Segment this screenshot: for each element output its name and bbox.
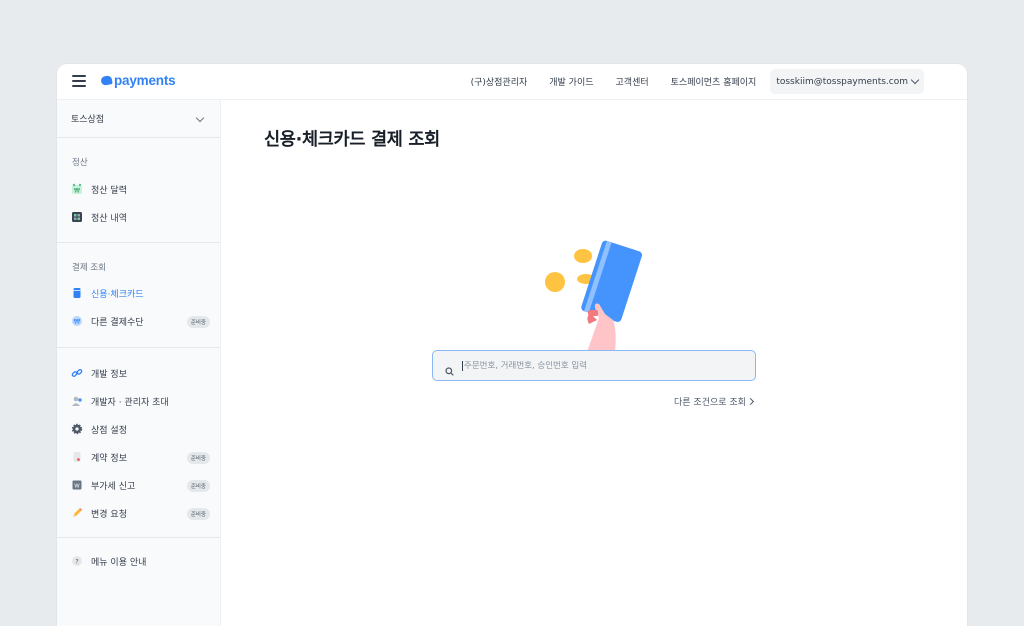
svg-text:₩: ₩: [74, 188, 80, 195]
chevron-down-icon: [195, 113, 205, 123]
chevron-right-icon: [746, 397, 755, 406]
sidebar-item-label: 부가세 신고: [91, 481, 136, 492]
search-box[interactable]: [432, 350, 756, 381]
svg-text:?: ?: [75, 557, 78, 565]
sidebar-item-label: 상점 설정: [91, 425, 127, 436]
invite-user-icon: [71, 395, 83, 407]
top-nav: (구)상점관리자 개발 가이드 고객센터 토스페이먼츠 홈페이지 tosskii…: [449, 69, 924, 94]
top-bar: payments (구)상점관리자 개발 가이드 고객센터 토스페이먼츠 홈페이…: [57, 64, 967, 100]
section-title-settlement: 정산: [72, 158, 88, 168]
contract-icon: [71, 451, 83, 463]
payments-logo[interactable]: payments: [100, 73, 176, 88]
sidebar-item-other-payment[interactable]: ₩ 다른 결제수단 준비중: [71, 311, 211, 331]
sidebar-item-label: 변경 요청: [91, 509, 127, 520]
sidebar-item-invite[interactable]: 개발자 · 관리자 초대: [71, 391, 211, 411]
section-title-payment: 결제 조회: [72, 263, 106, 273]
legacy-admin-link[interactable]: (구)상점관리자: [471, 75, 528, 88]
sidebar-item-store-settings[interactable]: 상점 설정: [71, 419, 211, 439]
page-title: 신용·체크카드 결제 조회: [264, 130, 440, 150]
toss-drop-icon: [100, 75, 113, 86]
vat-icon: W: [71, 479, 83, 491]
dev-guide-link[interactable]: 개발 가이드: [549, 75, 593, 88]
customer-center-link[interactable]: 고객센터: [616, 75, 649, 88]
sidebar-item-label: 개발 정보: [91, 369, 127, 380]
sidebar-item-credit-card[interactable]: 신용·체크카드: [71, 283, 211, 303]
svg-text:₩: ₩: [74, 317, 81, 325]
status-badge: 준비중: [186, 508, 210, 520]
search-icon: [445, 361, 454, 376]
settlement-calendar-icon: ₩: [71, 183, 83, 195]
won-coin-icon: ₩: [71, 315, 83, 327]
sidebar-item-label: 정산 달력: [91, 185, 127, 196]
store-selector[interactable]: 토스상점: [57, 100, 220, 138]
logo-text: payments: [114, 73, 176, 88]
sidebar-item-label: 개발자 · 관리자 초대: [91, 397, 169, 408]
settlement-history-icon: [71, 211, 83, 223]
sidebar-item-contract[interactable]: 계약 정보 준비중: [71, 447, 211, 467]
status-badge: 준비중: [186, 316, 210, 328]
hamburger-menu-icon[interactable]: [72, 75, 86, 87]
sidebar-item-vat[interactable]: W 부가세 신고 준비중: [71, 475, 211, 495]
card-payment-illustration: [539, 240, 649, 352]
sidebar-item-label: 계약 정보: [91, 453, 127, 464]
sidebar-item-label: 신용·체크카드: [91, 289, 144, 300]
pencil-icon: [71, 507, 83, 519]
chevron-down-icon: [910, 75, 920, 85]
store-name: 토스상점: [71, 115, 105, 125]
sidebar-item-label: 메뉴 이용 안내: [91, 557, 147, 568]
sidebar-item-menu-guide[interactable]: ? 메뉴 이용 안내: [71, 551, 211, 571]
search-input[interactable]: [462, 360, 742, 371]
main-content: 신용·체크카드 결제 조회 다른 조건으로 조회: [222, 100, 967, 626]
sidebar: 토스상점 정산 ₩ 정산 달력 정산 내역 결제 조회 신용·체크카드 ₩ 다른…: [57, 100, 221, 626]
other-conditions-label: 다른 조건으로 조회: [674, 398, 746, 408]
sidebar-item-settlement-calendar[interactable]: ₩ 정산 달력: [71, 179, 211, 199]
sidebar-divider: [57, 242, 220, 243]
sidebar-item-label: 다른 결제수단: [91, 317, 144, 328]
sidebar-divider: [57, 347, 220, 348]
svg-text:W: W: [74, 483, 80, 489]
link-icon: [71, 367, 83, 379]
sidebar-item-dev-info[interactable]: 개발 정보: [71, 363, 211, 383]
other-conditions-link[interactable]: 다른 조건으로 조회: [674, 395, 755, 408]
card-icon: [71, 287, 83, 299]
account-dropdown[interactable]: tosskiim@tosspayments.com: [770, 69, 924, 94]
sidebar-item-label: 정산 내역: [91, 213, 127, 224]
gear-icon: [71, 423, 83, 435]
status-badge: 준비중: [186, 452, 210, 464]
sidebar-item-change-request[interactable]: 변경 요청 준비중: [71, 503, 211, 523]
sidebar-item-settlement-history[interactable]: 정산 내역: [71, 207, 211, 227]
homepage-link[interactable]: 토스페이먼츠 홈페이지: [671, 75, 757, 88]
question-icon: ?: [71, 555, 83, 567]
app-window: payments (구)상점관리자 개발 가이드 고객센터 토스페이먼츠 홈페이…: [57, 64, 967, 626]
status-badge: 준비중: [186, 480, 210, 492]
sidebar-divider: [57, 537, 220, 538]
account-email: tosskiim@tosspayments.com: [776, 76, 908, 87]
